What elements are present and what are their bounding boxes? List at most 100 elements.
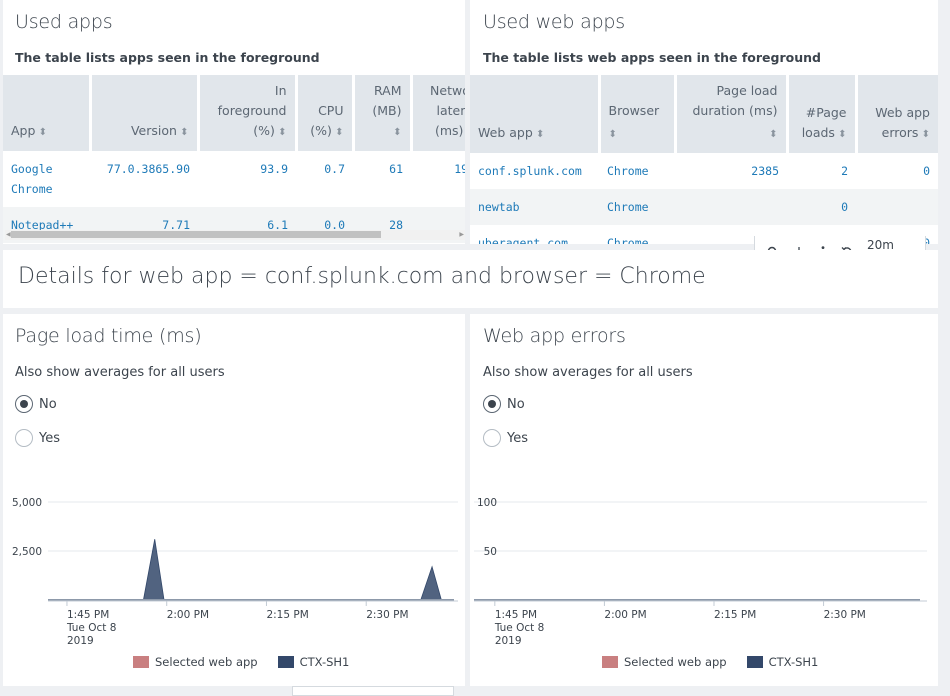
y-tick-label: 5,000: [12, 497, 42, 509]
column-header-label: (%): [253, 123, 275, 138]
legend-item-selected-web-app[interactable]: Selected web app: [133, 655, 258, 669]
table-row[interactable]: GoogleChrome77.0.3865.9093.90.761192: [3, 151, 465, 207]
sort-icon[interactable]: ⬍: [393, 127, 401, 138]
column-header-page-loads[interactable]: #Page loads ⬍: [787, 75, 858, 153]
column-header-label: #Page: [805, 105, 847, 120]
cell-page-load-duration[interactable]: 2385: [675, 153, 787, 189]
details-title: Details for web app = conf.splunk.com an…: [18, 264, 706, 289]
x-tick-label: 2:30 PM: [366, 609, 408, 621]
cell-web-app-errors: [856, 189, 938, 225]
legend-swatch: [602, 656, 618, 668]
legend-label: Selected web app: [155, 655, 258, 669]
column-header-page-load-duration[interactable]: Page load duration (ms) ⬍: [675, 75, 789, 153]
x-tick-label: 2:30 PM: [824, 609, 866, 621]
column-header-label: (ms): [434, 123, 464, 138]
cell-cpu[interactable]: 0.7: [296, 151, 353, 207]
column-header-in-foreground[interactable]: In foreground (%) ⬍: [198, 75, 298, 151]
web-app-errors-panel: Web app errors Also show averages for al…: [470, 314, 938, 686]
column-header-label: (MB): [372, 103, 402, 118]
sort-icon[interactable]: ⬍: [769, 129, 777, 140]
column-header-label: foreground: [217, 103, 287, 118]
legend-swatch: [277, 656, 294, 668]
sort-icon[interactable]: ⬍: [332, 127, 343, 138]
legend-label: Selected web app: [624, 655, 727, 669]
sort-icon[interactable]: ⬍: [533, 129, 544, 140]
column-header-label: Browser: [608, 103, 660, 118]
column-header-label: errors: [881, 125, 919, 140]
y-tick-label: 50: [484, 546, 497, 558]
x-tick-label: Tue Oct 8: [494, 622, 544, 634]
column-header-web-app-errors[interactable]: Web app errors ⬍: [856, 75, 938, 153]
column-header-app[interactable]: App ⬍: [3, 75, 92, 151]
column-header-label: App: [11, 123, 36, 138]
chart-legend: Selected web app CTX-SH1: [602, 655, 818, 669]
column-header-label: RAM: [373, 83, 402, 98]
used-apps-subtitle: The table lists apps seen in the foregro…: [15, 50, 320, 65]
column-header-network-latency[interactable]: Networ latenc (ms) ⬍: [411, 75, 465, 151]
cell-page-load-duration: [675, 189, 787, 225]
cell-web-app[interactable]: uberagent.com: [470, 225, 599, 244]
legend-label: CTX-SH1: [299, 655, 350, 669]
scroll-thumb[interactable]: [11, 231, 381, 238]
legend-swatch: [746, 656, 763, 668]
sort-icon[interactable]: ⬍: [177, 127, 188, 138]
scroll-left-arrow-icon[interactable]: ◀: [6, 230, 11, 240]
column-header-label: Page load: [716, 83, 778, 98]
scroll-right-arrow-icon[interactable]: ▶: [459, 230, 464, 240]
cell-page-loads[interactable]: 2: [787, 153, 856, 189]
x-tick-label: 2019: [67, 635, 94, 647]
x-tick-label: 1:45 PM: [495, 609, 537, 621]
legend-item-ctx-sh1[interactable]: CTX-SH1: [277, 655, 350, 669]
legend-item-selected-web-app[interactable]: Selected web app: [602, 655, 727, 669]
cell-in-foreground[interactable]: 93.9: [198, 151, 296, 207]
table-row[interactable]: conf.splunk.com Chrome 2385 2 0: [470, 153, 938, 189]
cell-browser[interactable]: Chrome: [599, 189, 675, 225]
table-row[interactable]: newtab Chrome 0: [470, 189, 938, 225]
sort-icon[interactable]: ⬍: [35, 127, 47, 138]
cell-browser[interactable]: Chrome: [599, 225, 675, 244]
cell-version[interactable]: 77.0.3865.90: [90, 151, 198, 207]
sort-icon[interactable]: ⬍: [835, 129, 846, 140]
column-header-ram[interactable]: RAM (MB) ⬍: [353, 75, 413, 151]
used-apps-table: App ⬍ Version ⬍ In foreground (%) ⬍ CPU (%) ⬍ R…: [3, 75, 465, 243]
page-load-time-chart: 2,500 5,000 1:45 PMTue Oct 82019 2:00 PM 2:1…: [12, 497, 458, 647]
cell-ram[interactable]: 61: [353, 151, 411, 207]
legend-swatch: [133, 656, 149, 668]
x-tick-label: 2:15 PM: [266, 609, 308, 621]
column-header-web-app[interactable]: Web app ⬍: [470, 75, 601, 153]
sort-icon[interactable]: ⬍: [918, 129, 930, 140]
cell-web-app-errors[interactable]: 0: [856, 153, 938, 189]
sort-icon[interactable]: ⬍: [463, 127, 465, 138]
column-header-label: Web app: [478, 125, 533, 140]
chart-legend: Selected web app CTX-SH1: [133, 655, 349, 669]
column-header-label: loads: [801, 125, 835, 140]
used-apps-panel: Used apps The table lists apps seen in t…: [3, 0, 465, 244]
x-tick-label: 2019: [495, 635, 522, 647]
column-header-label: duration (ms): [692, 103, 778, 118]
y-tick-label: 2,500: [12, 546, 42, 558]
sort-icon[interactable]: ⬍: [275, 127, 286, 138]
cell-network-latency[interactable]: 192: [411, 151, 465, 207]
web-app-errors-chart: 50 100 1:45 PMTue Oct 82019 2:00 PM 2:15 PM 2…: [474, 497, 927, 647]
used-apps-title: Used apps: [15, 11, 113, 33]
cell-page-loads[interactable]: 0: [787, 189, 856, 225]
y-tick-label: 100: [477, 497, 497, 509]
column-header-label: Version: [130, 123, 177, 138]
sort-icon[interactable]: ⬍: [609, 129, 617, 140]
cell-web-app[interactable]: newtab: [470, 189, 599, 225]
x-tick-label: 2:00 PM: [604, 609, 646, 621]
series-area-ctx-sh1: [142, 539, 442, 601]
cell-web-app[interactable]: conf.splunk.com: [470, 153, 599, 189]
column-header-label: CPU: [318, 103, 344, 118]
cell-app[interactable]: Google Chrome: [3, 151, 90, 207]
column-header-cpu[interactable]: CPU (%) ⬍: [296, 75, 355, 151]
x-tick-label: Tue Oct 8: [66, 622, 116, 634]
column-header-label: Networ: [430, 83, 465, 98]
column-header-version[interactable]: Version ⬍: [90, 75, 200, 151]
legend-item-ctx-sh1[interactable]: CTX-SH1: [746, 655, 818, 669]
column-header-browser[interactable]: Browser ⬍: [599, 75, 677, 153]
cell-browser[interactable]: Chrome: [599, 153, 675, 189]
used-web-apps-panel: Used web apps The table lists web apps s…: [470, 0, 938, 244]
x-tick-label: 1:45 PM: [67, 609, 109, 621]
used-apps-horizontal-scrollbar[interactable]: ◀ ▶: [5, 230, 465, 240]
